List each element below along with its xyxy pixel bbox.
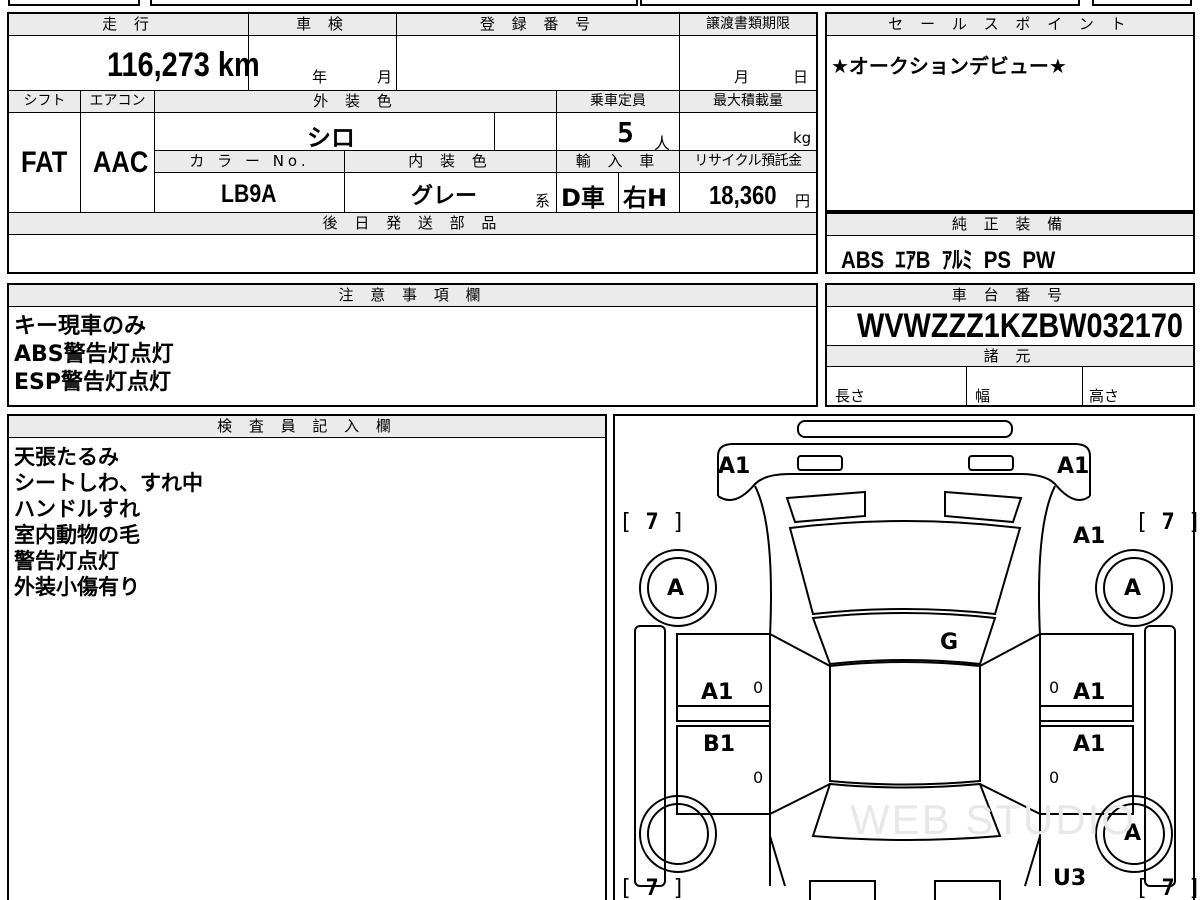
door-mark: 0 [1049, 768, 1060, 787]
specs-sub-header: 諸 元 [827, 345, 1193, 367]
recycle-value: 18,360 [709, 180, 777, 210]
tread-left-front: [ 7 ] [619, 510, 686, 535]
inspector-box: 検 査 員 記 入 欄 天張たるみ シートしわ、すれ中 ハンドルすれ 室内動物の… [7, 414, 607, 900]
watermark: WEB STUDIO [850, 796, 1137, 843]
import-header: 輸 入 車 [557, 151, 680, 173]
interior-suffix: 系 [535, 192, 551, 210]
note-line: ESP警告灯点灯 [14, 370, 171, 395]
aircon-value: AAC [93, 146, 149, 179]
sales-point-box: セ ー ル ス ポ イ ン ト ★オークションデビュー★ [825, 12, 1195, 212]
inspector-list: 天張たるみ シートしわ、すれ中 ハンドルすれ 室内動物の毛 警告灯点灯 外装小傷… [14, 444, 203, 600]
later-parts-header: 後 日 発 送 部 品 [9, 213, 816, 235]
sales-point-header: セ ー ル ス ポ イ ン ト [827, 14, 1193, 36]
registration-header: 登 録 番 号 [397, 14, 680, 36]
inspector-header: 検 査 員 記 入 欄 [9, 416, 605, 438]
color-no-header: カ ラ ー No. [155, 151, 345, 173]
tread-right-rear: [ 7 ] [1135, 876, 1200, 900]
length-label: 長さ [835, 387, 866, 405]
capacity-header: 乗車定員 [557, 91, 680, 113]
recycle-unit: 円 [795, 192, 811, 210]
inspector-line: ハンドルすれ [14, 497, 140, 521]
shift-header: シフト [9, 91, 81, 113]
inspector-line: 天張たるみ [14, 445, 119, 469]
inspector-line: 外装小傷有り [14, 575, 140, 599]
interior-color-value: グレー [411, 184, 478, 209]
equipment-header: 純 正 装 備 [827, 212, 1193, 236]
equipment-text: ABS ｴｱB ｱﾙﾐ PS PW [841, 247, 1056, 274]
capacity-value: 5 [617, 116, 634, 149]
height-label: 高さ [1089, 387, 1120, 405]
recycle-header: リサイクル預託金 [680, 151, 816, 173]
sales-point-text: ★オークションデビュー★ [831, 54, 1067, 78]
door-mark: 0 [753, 768, 764, 787]
damage-front-right: A1 [1057, 454, 1090, 479]
import-handle: 右H [623, 184, 668, 212]
color-no-value: LB9A [221, 180, 277, 208]
equipment-box: 純 正 装 備 ABS ｴｱB ｱﾙﾐ PS PW [825, 212, 1195, 274]
note-line: ABS警告灯点灯 [14, 342, 174, 367]
inspector-line: シートしわ、すれ中 [14, 471, 203, 495]
vehicle-specs-table: 走 行 車 検 登 録 番 号 譲渡書類期限 116,273 km 年 月 月 … [7, 12, 818, 274]
transfer-deadline-header: 譲渡書類期限 [680, 14, 816, 36]
width-label: 幅 [975, 387, 991, 405]
damage-right-front-wheel: A [1124, 576, 1142, 601]
chassis-number: WVWZZZ1KZBW032170 [857, 307, 1183, 345]
transfer-month: 月 [734, 68, 750, 86]
exterior-color-value: シロ [307, 124, 355, 152]
inspector-line: 警告灯点灯 [14, 549, 119, 573]
inspector-line: 室内動物の毛 [14, 523, 140, 547]
inspection-year: 年 [312, 68, 328, 86]
damage-rear-right: U3 [1053, 866, 1087, 891]
car-damage-diagram: A1 A1 A1 A A G A1 A1 B1 A1 A U3 [ 7 ] [ … [613, 414, 1200, 900]
damage-right-front-door: A1 [1073, 680, 1106, 705]
note-line: キー現車のみ [14, 314, 147, 339]
damage-left-front-door: A1 [701, 680, 734, 705]
interior-color-header: 内 装 色 [345, 151, 557, 173]
mileage-value: 116,273 km [107, 46, 260, 84]
damage-front-left: A1 [718, 454, 751, 479]
damage-right-front-fender: A1 [1073, 524, 1106, 549]
max-load-header: 最大積載量 [680, 91, 816, 113]
registration-value [397, 36, 680, 91]
max-load-unit: kg [793, 129, 812, 147]
notes-box: 注 意 事 項 欄 キー現車のみ ABS警告灯点灯 ESP警告灯点灯 [7, 283, 818, 407]
notes-header: 注 意 事 項 欄 [9, 285, 816, 307]
mileage-header: 走 行 [9, 14, 249, 36]
inspection-month: 月 [377, 68, 393, 86]
door-mark: 0 [1049, 678, 1060, 697]
damage-left-front-wheel: A [667, 576, 685, 601]
transfer-day: 日 [793, 68, 809, 86]
tread-left-rear: [ 7 ] [619, 876, 686, 900]
damage-right-rear-door: A1 [1073, 732, 1106, 757]
damage-roof: G [940, 630, 959, 655]
exterior-color-header: 外 装 色 [155, 91, 557, 113]
tread-right-front: [ 7 ] [1135, 510, 1200, 535]
aircon-header: エアコン [81, 91, 155, 113]
damage-left-rear-door: B1 [703, 732, 736, 757]
top-strip [0, 0, 1200, 8]
chassis-box: 車 台 番 号 WVWZZZ1KZBW032170 諸 元 長さ 幅 高さ [825, 283, 1195, 407]
inspection-header: 車 検 [249, 14, 397, 36]
notes-list: キー現車のみ ABS警告灯点灯 ESP警告灯点灯 [14, 313, 174, 397]
import-drive: D車 [561, 184, 605, 212]
door-mark: 0 [753, 678, 764, 697]
chassis-header: 車 台 番 号 [827, 285, 1193, 307]
shift-value: FAT [21, 146, 68, 179]
